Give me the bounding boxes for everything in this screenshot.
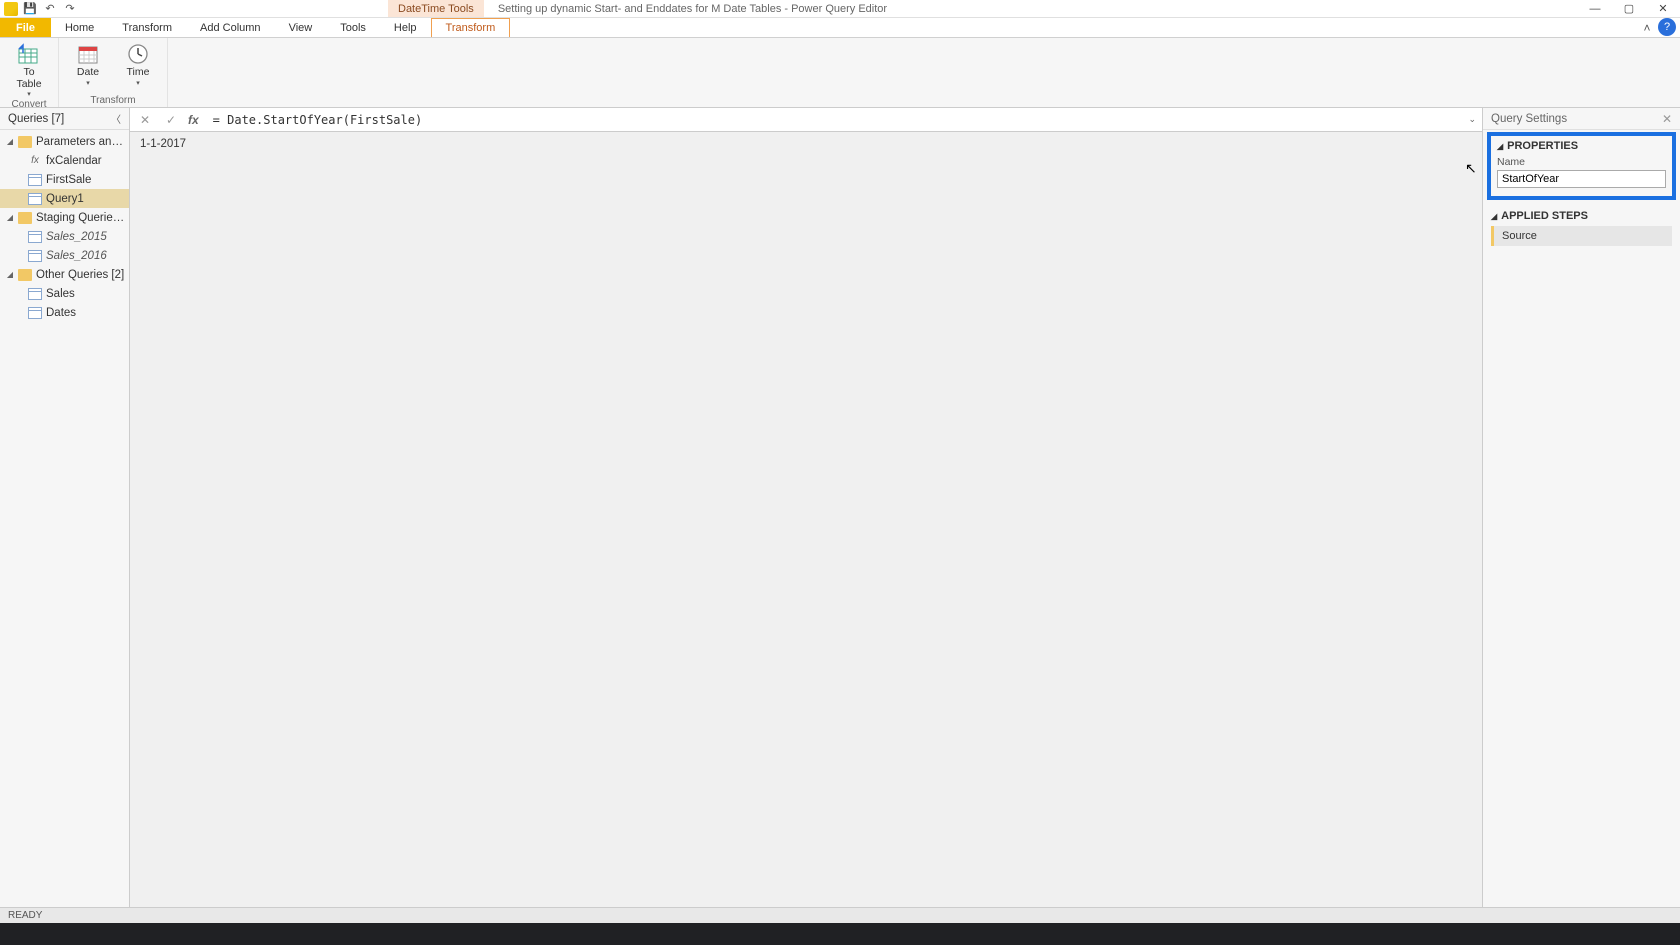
close-button[interactable]: ✕: [1646, 0, 1680, 18]
commit-formula-icon[interactable]: ✓: [162, 111, 180, 129]
settings-header-label: Query Settings: [1491, 113, 1567, 125]
tab-help[interactable]: Help: [380, 18, 431, 37]
preview-value: 1-1-2017: [130, 132, 1482, 907]
query-label: Sales_2016: [46, 250, 107, 262]
time-button[interactable]: Time ▾: [117, 40, 159, 87]
chevron-down-icon: ▾: [86, 79, 90, 87]
query-name-input[interactable]: [1497, 170, 1666, 188]
minimize-button[interactable]: —: [1578, 0, 1612, 18]
time-label: Time: [127, 67, 150, 79]
fx-icon[interactable]: fx: [188, 113, 199, 127]
close-settings-icon[interactable]: ✕: [1662, 112, 1672, 126]
query-label: Sales_2015: [46, 231, 107, 243]
taskbar: [0, 923, 1680, 945]
chevron-down-icon[interactable]: ◢: [1491, 212, 1497, 221]
folder-icon: [18, 136, 32, 148]
fx-icon: fx: [28, 155, 42, 166]
tab-tools[interactable]: Tools: [326, 18, 380, 37]
query-item[interactable]: fx fxCalendar: [0, 151, 129, 170]
folder-icon: [18, 269, 32, 281]
chevron-down-icon: ▾: [136, 79, 140, 87]
queries-pane: Queries [7] 〈 ◢ Parameters and Fu... fxfxC…: [0, 108, 130, 907]
group-transform-label: Transform: [67, 94, 159, 106]
group-label: Other Queries [2]: [36, 269, 124, 281]
properties-section: ◢ PROPERTIES Name: [1487, 132, 1676, 200]
queries-header-label: Queries [7]: [8, 113, 64, 125]
undo-icon[interactable]: ↶: [42, 2, 58, 16]
calendar-icon: [75, 42, 101, 66]
query-label: fxCalendar: [46, 155, 102, 167]
query-item[interactable]: FirstSale: [0, 170, 129, 189]
cancel-formula-icon[interactable]: ✕: [136, 111, 154, 129]
table-icon: [28, 174, 42, 186]
expand-formula-icon[interactable]: ⌄: [1468, 114, 1476, 125]
maximize-button[interactable]: ▢: [1612, 0, 1646, 18]
query-item[interactable]: Dates: [0, 303, 129, 322]
chevron-down-icon[interactable]: ◢: [6, 137, 14, 146]
query-item[interactable]: Sales_2016: [0, 246, 129, 265]
query-item[interactable]: Sales_2015: [0, 227, 129, 246]
save-icon[interactable]: 💾: [22, 2, 38, 16]
collapse-pane-icon[interactable]: 〈: [111, 111, 121, 126]
date-button[interactable]: Date ▾: [67, 40, 109, 87]
applied-steps-title: APPLIED STEPS: [1501, 210, 1588, 222]
query-group[interactable]: ◢ Staging Queries [2]: [0, 208, 129, 227]
query-settings-pane: Query Settings ✕ ◢ PROPERTIES Name ◢ APP…: [1482, 108, 1680, 907]
table-icon: [28, 231, 42, 243]
contextual-tab-label: DateTime Tools: [388, 0, 484, 17]
query-item[interactable]: Query1: [0, 189, 129, 208]
group-label: Staging Queries [2]: [36, 212, 129, 224]
window-title: Setting up dynamic Start- and Enddates f…: [498, 3, 887, 15]
redo-icon[interactable]: ↷: [62, 2, 78, 16]
clock-icon: [125, 42, 151, 66]
query-group[interactable]: ◢ Other Queries [2]: [0, 265, 129, 284]
tab-add-column[interactable]: Add Column: [186, 18, 275, 37]
query-label: Query1: [46, 193, 84, 205]
name-label: Name: [1497, 156, 1666, 168]
query-group[interactable]: ◢ Parameters and Fu...: [0, 132, 129, 151]
properties-title: PROPERTIES: [1507, 140, 1578, 152]
applied-step[interactable]: Source: [1491, 226, 1672, 246]
chevron-down-icon[interactable]: ◢: [1497, 142, 1503, 151]
query-label: Sales: [46, 288, 75, 300]
to-table-button[interactable]: To Table ▾: [8, 40, 50, 98]
table-icon: [28, 250, 42, 262]
to-table-label: To Table: [16, 67, 41, 90]
folder-icon: [18, 212, 32, 224]
chevron-down-icon[interactable]: ◢: [6, 270, 14, 279]
date-label: Date: [77, 67, 99, 79]
tab-transform[interactable]: Transform: [108, 18, 186, 37]
formula-input[interactable]: [207, 113, 1461, 127]
table-icon: [28, 307, 42, 319]
query-label: Dates: [46, 307, 76, 319]
tab-file[interactable]: File: [0, 18, 51, 37]
chevron-down-icon: ▾: [27, 90, 31, 98]
app-icon: [4, 2, 18, 16]
chevron-down-icon[interactable]: ◢: [6, 213, 14, 222]
table-icon: [28, 288, 42, 300]
ribbon-collapse-icon[interactable]: ˄: [1636, 18, 1658, 37]
group-label: Parameters and Fu...: [36, 136, 129, 148]
to-table-icon: [16, 42, 42, 66]
tab-view[interactable]: View: [275, 18, 327, 37]
tab-home[interactable]: Home: [51, 18, 108, 37]
query-item[interactable]: Sales: [0, 284, 129, 303]
table-icon: [28, 193, 42, 205]
status-text: READY: [8, 910, 42, 921]
help-icon[interactable]: ?: [1658, 18, 1676, 36]
query-label: FirstSale: [46, 174, 91, 186]
tab-context-transform[interactable]: Transform: [431, 18, 511, 37]
